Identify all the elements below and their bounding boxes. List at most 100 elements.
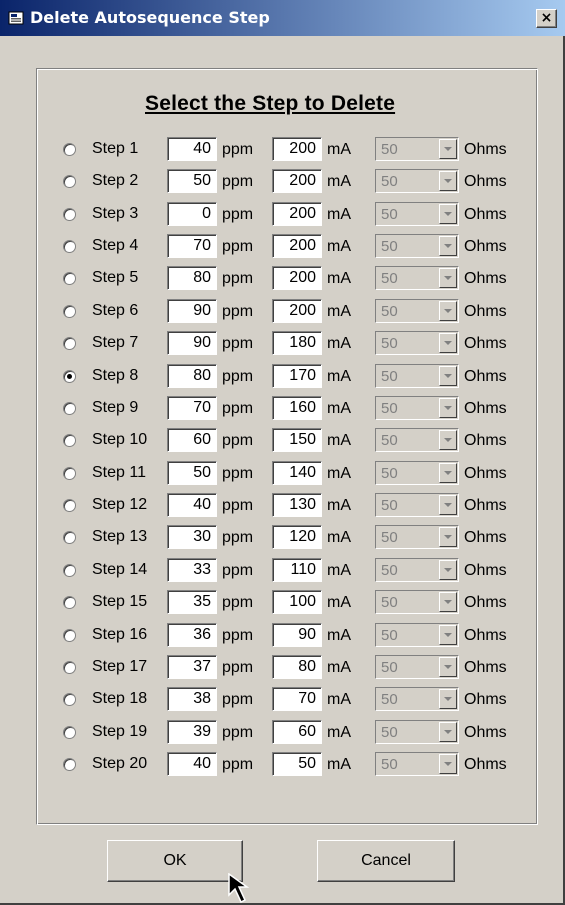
step-radio[interactable] — [63, 175, 76, 189]
step-radio[interactable] — [63, 531, 76, 545]
ma-field[interactable]: 50 — [272, 752, 322, 777]
ppm-field[interactable]: 90 — [167, 298, 217, 323]
ma-field[interactable]: 200 — [272, 298, 322, 323]
step-radio[interactable] — [63, 499, 76, 513]
ppm-field[interactable]: 60 — [167, 428, 217, 453]
ohms-select: 50 — [375, 331, 459, 356]
step-row: Step 8 80 ppm 170 mA 50 Ohms — [0, 361, 565, 393]
ppm-field[interactable]: 90 — [167, 331, 217, 356]
ma-field[interactable]: 140 — [272, 460, 322, 485]
cancel-button[interactable]: Cancel — [317, 840, 455, 882]
chevron-down-icon — [439, 527, 457, 548]
step-radio[interactable] — [63, 466, 76, 480]
ohms-unit-label: Ohms — [464, 658, 507, 676]
step-radio[interactable] — [63, 693, 76, 707]
ma-field[interactable]: 110 — [272, 557, 322, 582]
ma-unit-label: mA — [327, 691, 351, 709]
chevron-down-icon — [439, 268, 457, 289]
ohms-unit-label: Ohms — [464, 464, 507, 482]
ma-field[interactable]: 120 — [272, 525, 322, 550]
ma-field[interactable]: 200 — [272, 137, 322, 161]
ppm-unit-label: ppm — [222, 626, 254, 644]
ma-field[interactable]: 200 — [272, 266, 322, 291]
ppm-unit-label: ppm — [222, 270, 254, 288]
ma-field[interactable]: 160 — [272, 395, 322, 420]
ma-field[interactable]: 90 — [272, 622, 322, 647]
step-radio[interactable] — [63, 563, 76, 577]
step-radio[interactable] — [63, 337, 76, 351]
ppm-field[interactable]: 50 — [167, 460, 217, 485]
ppm-field[interactable]: 39 — [167, 719, 217, 744]
title-bar[interactable]: Delete Autosequence Step × — [0, 0, 565, 36]
ohms-select: 50 — [375, 169, 459, 194]
ppm-field[interactable]: 70 — [167, 395, 217, 420]
step-radio[interactable] — [63, 272, 76, 286]
ppm-field[interactable]: 35 — [167, 590, 217, 615]
step-label: Step 9 — [92, 398, 139, 416]
ohms-unit-label: Ohms — [464, 141, 507, 158]
ppm-field[interactable]: 40 — [167, 752, 217, 777]
ohms-select: 50 — [375, 395, 459, 420]
ma-unit-label: mA — [327, 238, 351, 256]
step-row: Step 5 80 ppm 200 mA 50 Ohms — [0, 263, 565, 295]
ppm-field[interactable]: 0 — [167, 201, 217, 226]
ppm-unit-label: ppm — [222, 302, 254, 320]
ppm-field[interactable]: 38 — [167, 687, 217, 712]
ma-unit-label: mA — [327, 497, 351, 515]
ohms-unit-label: Ohms — [464, 399, 507, 417]
ma-field[interactable]: 70 — [272, 687, 322, 712]
step-radio[interactable] — [63, 596, 76, 610]
step-radio[interactable] — [63, 143, 76, 156]
ma-field[interactable]: 100 — [272, 590, 322, 615]
ppm-field[interactable]: 30 — [167, 525, 217, 550]
ma-field[interactable]: 150 — [272, 428, 322, 453]
ppm-field[interactable]: 50 — [167, 169, 217, 194]
ma-unit-label: mA — [327, 756, 351, 774]
step-label: Step 14 — [92, 560, 148, 578]
ohms-select-value: 50 — [381, 302, 398, 320]
chevron-down-icon — [439, 721, 457, 742]
ppm-field[interactable]: 40 — [167, 493, 217, 518]
ohms-select: 50 — [375, 460, 459, 485]
step-label: Step 20 — [92, 755, 148, 773]
step-label: Step 5 — [92, 269, 139, 287]
ohms-select: 50 — [375, 719, 459, 744]
step-radio[interactable] — [63, 660, 76, 674]
ma-field[interactable]: 60 — [272, 719, 322, 744]
ppm-field[interactable]: 80 — [167, 363, 217, 388]
ppm-field[interactable]: 36 — [167, 622, 217, 647]
ohms-select: 50 — [375, 752, 459, 777]
ppm-field[interactable]: 33 — [167, 557, 217, 582]
close-icon[interactable]: × — [536, 9, 557, 28]
ma-field[interactable]: 200 — [272, 201, 322, 226]
ppm-field[interactable]: 80 — [167, 266, 217, 291]
ppm-unit-label: ppm — [222, 205, 254, 223]
ppm-field[interactable]: 40 — [167, 137, 217, 161]
ppm-field[interactable]: 37 — [167, 654, 217, 679]
ohms-unit-label: Ohms — [464, 205, 507, 223]
ma-field[interactable]: 170 — [272, 363, 322, 388]
ma-field[interactable]: 130 — [272, 493, 322, 518]
step-radio[interactable] — [63, 628, 76, 642]
step-radio[interactable] — [63, 434, 76, 448]
step-radio[interactable] — [63, 758, 76, 772]
step-radio[interactable] — [63, 401, 76, 415]
step-label: Step 17 — [92, 657, 148, 675]
ma-field[interactable]: 80 — [272, 654, 322, 679]
ohms-select-value: 50 — [381, 723, 398, 741]
step-row: Step 1 40 ppm 200 mA 50 Ohms — [0, 134, 565, 166]
ohms-select: 50 — [375, 137, 459, 161]
ma-field[interactable]: 200 — [272, 234, 322, 259]
step-label: Step 15 — [92, 593, 148, 611]
step-radio[interactable] — [63, 369, 76, 383]
ma-field[interactable]: 180 — [272, 331, 322, 356]
step-radio[interactable] — [63, 207, 76, 221]
ppm-field[interactable]: 70 — [167, 234, 217, 259]
ohms-select-value: 50 — [381, 691, 398, 709]
ma-field[interactable]: 200 — [272, 169, 322, 194]
ok-button[interactable]: OK — [107, 840, 243, 882]
ppm-unit-label: ppm — [222, 691, 254, 709]
step-radio[interactable] — [63, 240, 76, 254]
step-radio[interactable] — [63, 304, 76, 318]
step-radio[interactable] — [63, 725, 76, 739]
